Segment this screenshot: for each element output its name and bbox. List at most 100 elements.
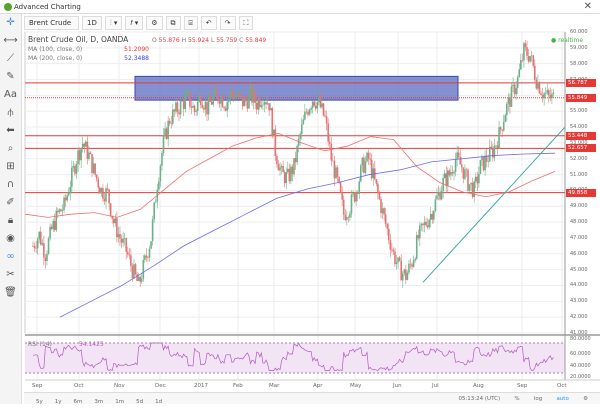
candle-body (523, 43, 525, 61)
candle-body (105, 188, 107, 202)
candle-body (527, 55, 530, 62)
candle-body (370, 159, 373, 179)
candle-body (363, 157, 365, 173)
candle-body (529, 56, 531, 62)
price-axis-label: 52.000 (570, 155, 588, 162)
candle-body (488, 146, 491, 162)
candle-body (262, 104, 264, 106)
candle-body (467, 169, 469, 191)
candle-body (445, 173, 448, 187)
candle-body (299, 133, 302, 140)
candle-body (204, 101, 207, 110)
candle-body (311, 101, 314, 109)
log-toggle[interactable]: log (534, 396, 542, 402)
period-button-6m[interactable]: 6m (74, 399, 83, 405)
candle-body (255, 102, 258, 110)
candle-body (74, 165, 76, 174)
period-button-1y[interactable]: 1y (55, 399, 62, 405)
candle-body (314, 105, 317, 109)
candle-body (506, 103, 508, 116)
candle-body (360, 165, 362, 182)
candle-body (32, 245, 34, 247)
candle-body (347, 217, 350, 218)
candle-body (187, 91, 190, 93)
candle-body (133, 264, 135, 279)
candle-body (218, 101, 221, 104)
candle-body (201, 104, 204, 108)
candle-body (372, 168, 375, 179)
o-label: O (152, 37, 157, 44)
candle-body (66, 195, 68, 201)
candle-body (462, 167, 465, 179)
candle-body (391, 249, 393, 251)
candle-body (231, 91, 233, 93)
candle-body (547, 90, 550, 95)
candle-body (476, 176, 479, 184)
candle-body (478, 173, 480, 184)
candle-body (108, 189, 110, 204)
candle-body (322, 103, 325, 116)
price-axis-label: 49.000 (570, 203, 588, 210)
candle-body (524, 43, 527, 48)
candle-body (451, 172, 454, 174)
candle-body (224, 108, 227, 111)
ohlc-readout: O 55.876 H 55.924 L 55.759 C 55.849 (152, 37, 266, 44)
candle-body (238, 93, 241, 96)
price-axis-label: 46.000 (570, 250, 588, 257)
rsi-axis-label: 40.0000 (570, 363, 591, 369)
candle-body (234, 96, 236, 99)
candle-body (77, 150, 79, 165)
period-button-5d[interactable]: 5d (136, 399, 143, 405)
candle-body (459, 156, 462, 165)
candle-body (316, 101, 319, 109)
candle-body (95, 174, 98, 179)
candle-body (386, 223, 389, 229)
period-button-5y[interactable]: 5y (36, 399, 43, 405)
candle-body (53, 220, 56, 231)
settings-gear-icon[interactable]: ⚙ (583, 396, 588, 402)
candle-body (541, 94, 544, 99)
date-axis-label: Sep (517, 383, 528, 389)
candle-body (116, 218, 118, 238)
candle-body (189, 91, 191, 107)
candle-body (464, 169, 466, 179)
candle-body (521, 60, 524, 61)
candle-body (470, 182, 472, 185)
candle-body (203, 107, 205, 110)
ma100-value: 51.2090 (124, 46, 149, 53)
candle-body (128, 254, 131, 256)
candle-body (380, 199, 382, 214)
candle-body (510, 86, 513, 107)
open-value: 55.876 (158, 37, 180, 44)
candle-body (78, 150, 81, 161)
date-axis-label: Jul (432, 383, 439, 389)
candle-body (260, 105, 263, 108)
period-button-1d[interactable]: 1d (155, 399, 162, 405)
period-button-3m[interactable]: 3m (94, 399, 103, 405)
percent-toggle[interactable]: % (514, 396, 519, 402)
candle-body (237, 93, 239, 98)
candle-body (479, 160, 482, 174)
period-button-1m[interactable]: 1m (115, 399, 124, 405)
candle-body (302, 119, 305, 125)
auto-toggle[interactable]: auto (556, 396, 568, 402)
candle-body (35, 247, 37, 249)
candle-body (213, 89, 216, 97)
candle-body (88, 152, 90, 159)
ma200-legend: MA (200, close, 0) 52.3488 (28, 55, 149, 62)
candle-body (381, 208, 384, 214)
rsi-band (25, 343, 565, 373)
candle-body (265, 102, 267, 105)
candle-body (140, 278, 143, 282)
high-value: 55.924 (188, 37, 210, 44)
candle-body (209, 96, 211, 102)
date-axis-label: Oct (557, 383, 567, 389)
rsi-axis-label: 80.0000 (570, 336, 591, 342)
candle-body (443, 173, 446, 179)
candle-body (436, 195, 438, 200)
candle-body (383, 208, 385, 215)
candle-body (409, 263, 412, 265)
candle-body (327, 123, 329, 142)
candle-body (120, 238, 123, 243)
candle-body (440, 191, 443, 200)
